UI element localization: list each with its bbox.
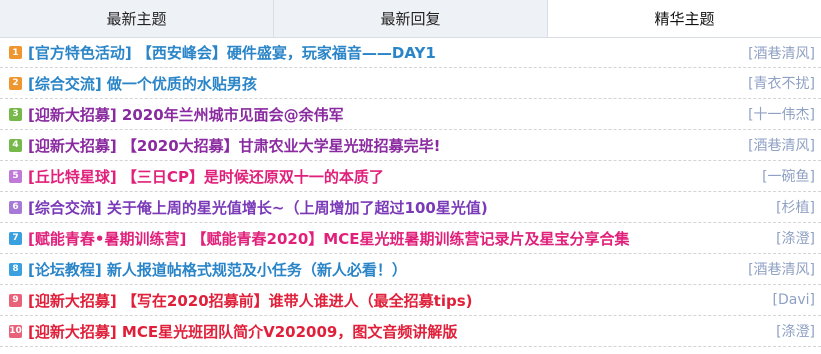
rank-badge: 3 bbox=[9, 107, 22, 121]
rank-badge: 2 bbox=[9, 76, 22, 90]
thread-row: 9 [迎新大招募] 【写在2020招募前】谁带人谁进人（最全招募tips) [Dav… bbox=[0, 285, 821, 316]
thread-title-link[interactable]: [迎新大招募] 2020年兰州城市见面会@余伟军 bbox=[28, 104, 344, 125]
thread-author-link[interactable]: [杉植] bbox=[776, 197, 815, 217]
rank-badge: 1 bbox=[9, 46, 22, 59]
tab-bar: 最新主题 最新回复 精华主题 bbox=[0, 0, 821, 38]
thread-row: 2 [综合交流] 做一个优质的水贴男孩 [青衣不扰] bbox=[0, 68, 821, 99]
thread-title-link[interactable]: [迎新大招募] 【2020大招募】甘肃农业大学星光班招募完毕! bbox=[28, 135, 441, 156]
tab-latest-topics[interactable]: 最新主题 bbox=[0, 0, 274, 37]
tab-latest-replies[interactable]: 最新回复 bbox=[274, 0, 548, 37]
thread-title-link[interactable]: [综合交流] 关于俺上周的星光值增长~（上周增加了超过100星光值) bbox=[28, 197, 488, 218]
thread-author-link[interactable]: [青衣不扰] bbox=[748, 73, 815, 93]
thread-author-link[interactable]: [涤澄] bbox=[776, 321, 815, 341]
rank-badge: 6 bbox=[9, 200, 22, 214]
thread-author-link[interactable]: [酒巷清风] bbox=[748, 135, 815, 155]
thread-row: 10 [迎新大招募] MCE星光班团队简介V202009，图文音频讲解版 [涤澄] bbox=[0, 316, 821, 347]
thread-row: 1 [官方特色活动] 【西安峰会】硬件盛宴，玩家福音——DAY1 [酒巷清风] bbox=[0, 38, 821, 68]
thread-row: 3 [迎新大招募] 2020年兰州城市见面会@余伟军 [十一伟杰] bbox=[0, 99, 821, 130]
thread-title-link[interactable]: [赋能青春•暑期训练营] 【赋能青春2020】MCE星光班暑期训练营记录片及星宝… bbox=[28, 228, 629, 249]
rank-badge: 7 bbox=[9, 231, 22, 245]
thread-title-link[interactable]: [迎新大招募] 【写在2020招募前】谁带人谁进人（最全招募tips) bbox=[28, 290, 473, 311]
thread-author-link[interactable]: [酒巷清风] bbox=[748, 43, 815, 63]
thread-author-link[interactable]: [一碗鱼] bbox=[762, 166, 815, 186]
thread-title-link[interactable]: [综合交流] 做一个优质的水贴男孩 bbox=[28, 73, 257, 94]
rank-badge: 4 bbox=[9, 138, 22, 152]
thread-row: 4 [迎新大招募] 【2020大招募】甘肃农业大学星光班招募完毕! [酒巷清风] bbox=[0, 130, 821, 161]
thread-row: 8 [论坛教程] 新人报道帖格式规范及小任务（新人必看！） [酒巷清风] bbox=[0, 254, 821, 285]
thread-author-link[interactable]: [酒巷清风] bbox=[748, 259, 815, 279]
tab-featured-topics[interactable]: 精华主题 bbox=[548, 0, 821, 37]
thread-row: 7 [赋能青春•暑期训练营] 【赋能青春2020】MCE星光班暑期训练营记录片及星… bbox=[0, 223, 821, 254]
thread-row: 6 [综合交流] 关于俺上周的星光值增长~（上周增加了超过100星光值) [杉植] bbox=[0, 192, 821, 223]
thread-list: 1 [官方特色活动] 【西安峰会】硬件盛宴，玩家福音——DAY1 [酒巷清风] 2 [综… bbox=[0, 38, 821, 347]
rank-badge: 9 bbox=[9, 293, 22, 307]
thread-title-link[interactable]: [官方特色活动] 【西安峰会】硬件盛宴，玩家福音——DAY1 bbox=[28, 42, 436, 63]
thread-author-link[interactable]: [Davi] bbox=[773, 292, 815, 308]
rank-badge: 5 bbox=[9, 169, 22, 183]
thread-title-link[interactable]: [论坛教程] 新人报道帖格式规范及小任务（新人必看！） bbox=[28, 259, 407, 280]
thread-title-link[interactable]: [迎新大招募] MCE星光班团队简介V202009，图文音频讲解版 bbox=[28, 321, 457, 342]
thread-author-link[interactable]: [十一伟杰] bbox=[748, 104, 815, 124]
thread-author-link[interactable]: [涤澄] bbox=[776, 228, 815, 248]
thread-title-link[interactable]: [丘比特星球] 【三日CP】是时候还原双十一的本质了 bbox=[28, 166, 384, 187]
rank-badge: 10 bbox=[9, 324, 22, 338]
thread-row: 5 [丘比特星球] 【三日CP】是时候还原双十一的本质了 [一碗鱼] bbox=[0, 161, 821, 192]
rank-badge: 8 bbox=[9, 262, 22, 276]
